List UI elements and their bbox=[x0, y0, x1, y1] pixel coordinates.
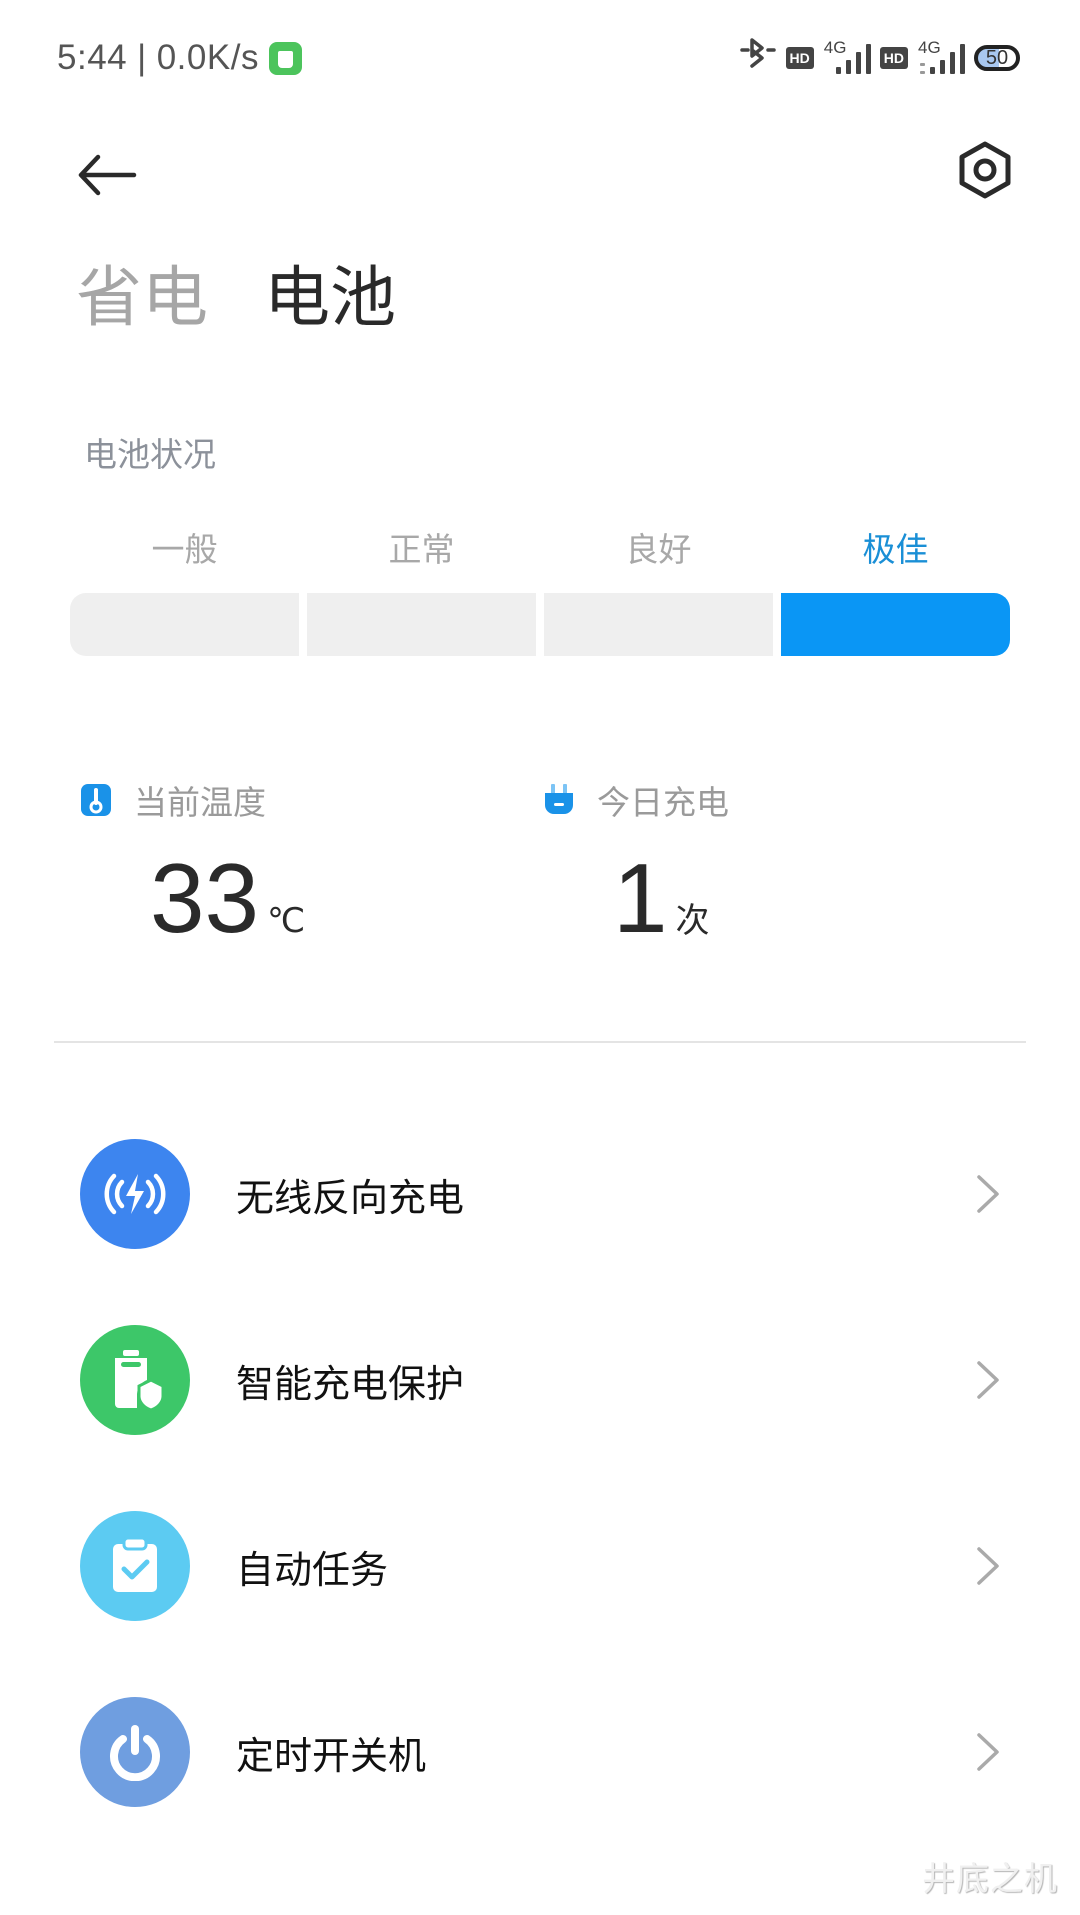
health-segment bbox=[781, 593, 1010, 656]
network-type: 4G bbox=[823, 38, 847, 57]
health-segment bbox=[70, 593, 299, 656]
menu-item-smart-charging-protection[interactable]: 智能充电保护 bbox=[0, 1287, 1080, 1473]
green-app-notification-icon bbox=[268, 41, 302, 75]
health-level-label: 一般 bbox=[151, 530, 218, 569]
health-segment bbox=[307, 593, 536, 656]
health-level-label: 正常 bbox=[388, 530, 455, 569]
signal-icon-sim2: 4G bbox=[916, 38, 966, 76]
arrow-left-icon bbox=[78, 154, 137, 196]
header-tabs: 省电 电池 bbox=[76, 258, 396, 338]
hd-voice-icon: HD bbox=[879, 47, 908, 69]
battery-health-meter: 一般 正常 良好 极佳 bbox=[70, 525, 1010, 656]
watermark: 井底之机 bbox=[922, 1859, 1058, 1898]
menu-item-label: 自动任务 bbox=[236, 1547, 389, 1592]
tab-battery[interactable]: 电池 bbox=[264, 258, 396, 338]
tab-power-saving[interactable]: 省电 bbox=[76, 258, 208, 338]
charges-today-value: 1 bbox=[613, 843, 668, 953]
chevron-right-icon bbox=[970, 1360, 1006, 1400]
charges-today-unit: 次 bbox=[675, 901, 710, 941]
gear-icon bbox=[959, 141, 1011, 199]
signal-icon-sim1: 4G bbox=[822, 38, 872, 76]
settings-button[interactable] bbox=[950, 135, 1020, 205]
health-level-label: 极佳 bbox=[862, 530, 929, 569]
temperature-stat: 当前温度 33 ℃ bbox=[80, 780, 305, 948]
wireless-reverse-charge-icon bbox=[80, 1139, 190, 1249]
health-segment bbox=[544, 593, 773, 656]
power-icon bbox=[80, 1697, 190, 1807]
plug-icon bbox=[545, 784, 573, 814]
chevron-right-icon bbox=[970, 1546, 1006, 1586]
charges-today-stat: 今日充电 1 次 bbox=[543, 780, 729, 948]
charges-today-label: 今日充电 bbox=[597, 783, 729, 822]
section-divider bbox=[54, 1041, 1026, 1043]
chevron-right-icon bbox=[970, 1732, 1006, 1772]
temperature-value: 33 bbox=[150, 843, 260, 953]
menu-item-automated-tasks[interactable]: 自动任务 bbox=[0, 1473, 1080, 1659]
battery-indicator: 50 bbox=[974, 45, 1020, 71]
status-bar-left: 5:44 | 0.0K/s bbox=[57, 38, 302, 78]
bluetooth-icon bbox=[738, 38, 778, 78]
menu-item-label: 智能充电保护 bbox=[236, 1361, 465, 1406]
status-net-speed: 0.0K/s bbox=[156, 38, 259, 77]
menu-item-label: 无线反向充电 bbox=[236, 1175, 465, 1220]
back-button[interactable] bbox=[72, 145, 142, 205]
temperature-label: 当前温度 bbox=[134, 783, 266, 822]
temperature-unit: ℃ bbox=[267, 901, 306, 941]
thermometer-icon bbox=[81, 784, 111, 816]
health-level-label: 良好 bbox=[625, 530, 692, 569]
hd-voice-icon: HD bbox=[785, 47, 814, 69]
chevron-right-icon bbox=[970, 1174, 1006, 1214]
battery-health-title: 电池状况 bbox=[84, 435, 216, 474]
status-bar-right: HD 4G HD 4G 50 bbox=[738, 38, 1020, 78]
battery-shield-icon bbox=[80, 1325, 190, 1435]
battery-menu-list: 无线反向充电 智能充电保护 自动任务 定时开关机 bbox=[0, 1101, 1080, 1845]
network-type: 4G bbox=[918, 38, 941, 57]
status-time: 5:44 bbox=[57, 38, 128, 77]
menu-item-label: 定时开关机 bbox=[236, 1733, 427, 1778]
menu-item-wireless-reverse-charging[interactable]: 无线反向充电 bbox=[0, 1101, 1080, 1287]
status-separator: | bbox=[137, 38, 147, 77]
clipboard-check-icon bbox=[80, 1511, 190, 1621]
menu-item-scheduled-power[interactable]: 定时开关机 bbox=[0, 1659, 1080, 1845]
